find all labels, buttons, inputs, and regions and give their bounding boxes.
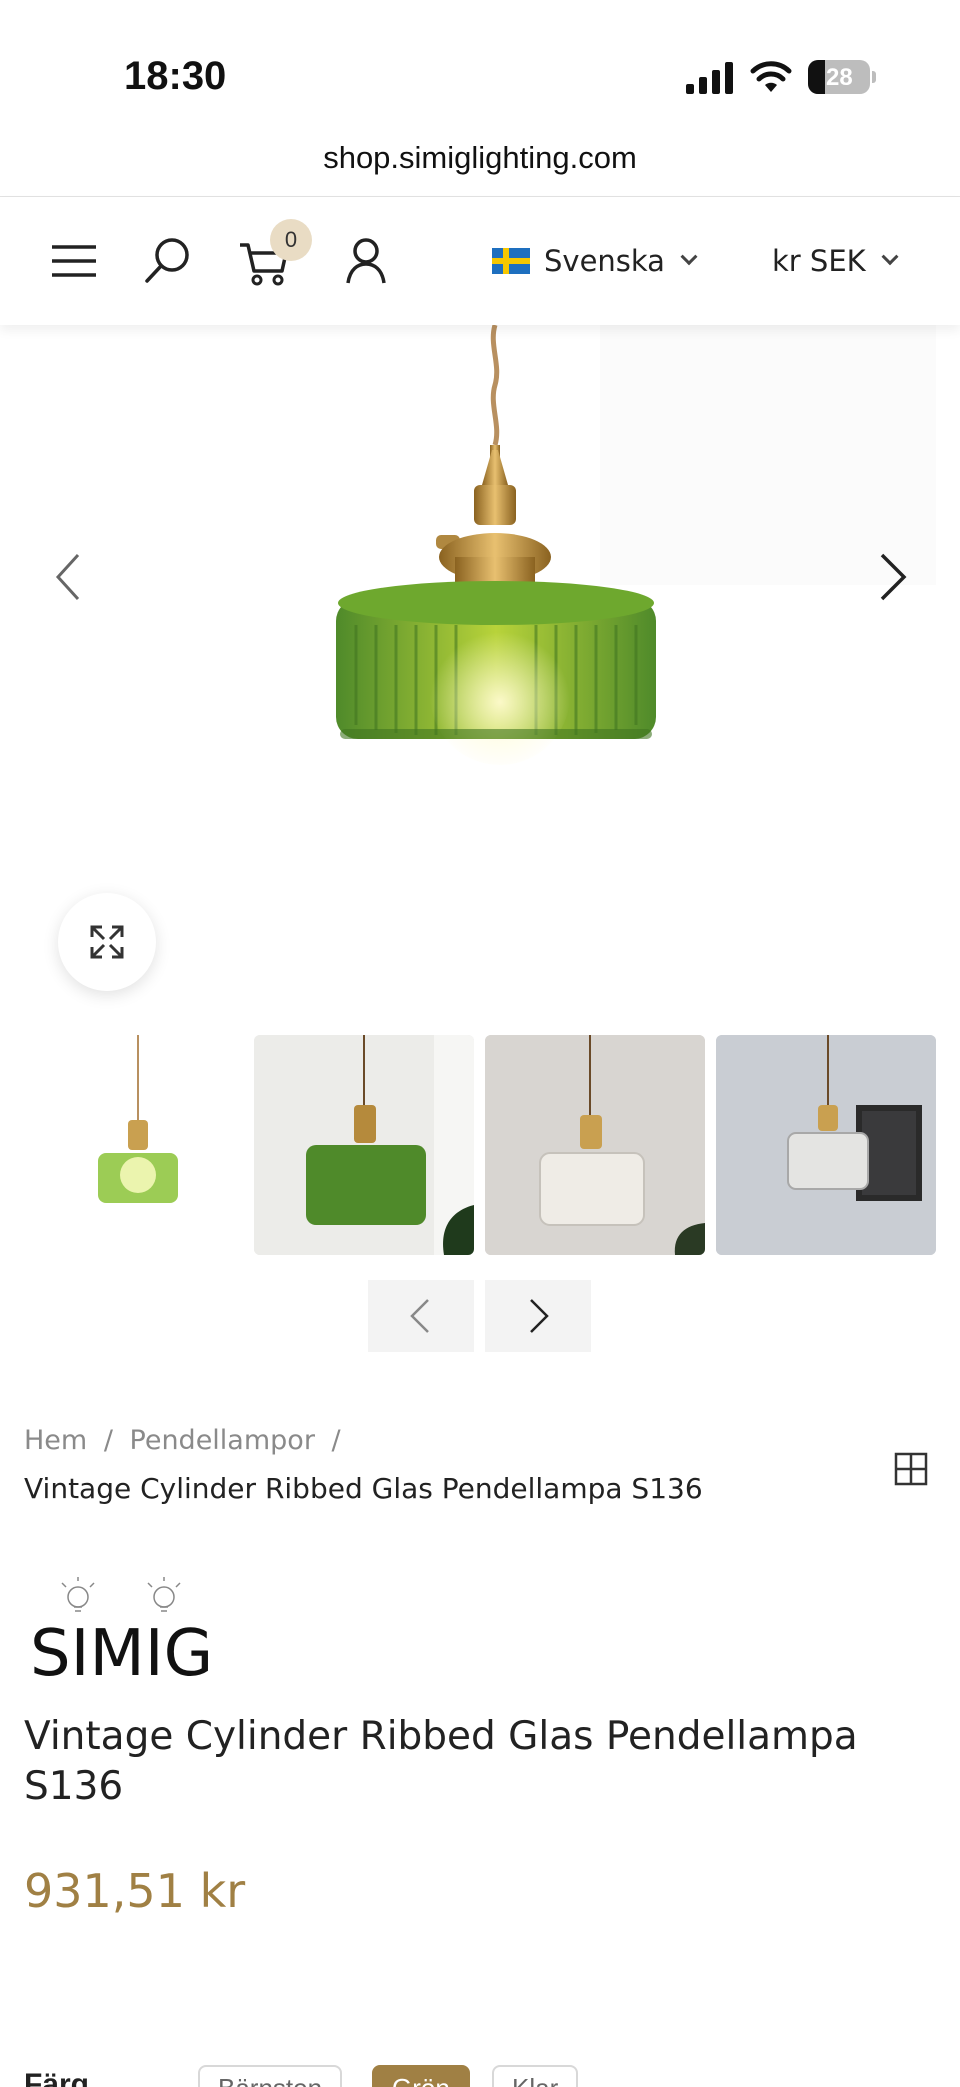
thumbnail-3[interactable]	[485, 1035, 705, 1255]
breadcrumb-category-link[interactable]: Pendellampor	[130, 1425, 315, 1456]
battery-level	[808, 60, 825, 94]
currency-label: kr SEK	[772, 244, 866, 278]
status-bar: 18:30 28	[0, 0, 960, 150]
menu-icon[interactable]	[46, 233, 102, 289]
breadcrumb: Hem / Pendellampor /	[24, 1425, 349, 1456]
expand-icon	[90, 925, 124, 959]
status-time: 18:30	[124, 54, 227, 98]
wifi-icon	[750, 61, 792, 92]
language-label: Svenska	[544, 244, 665, 278]
cart-count-badge: 0	[270, 219, 312, 261]
brand-logo: SIMIG	[24, 1575, 244, 1691]
site-header: 0 Svenska kr SEK	[0, 197, 960, 325]
chevron-down-icon	[680, 248, 698, 266]
thumbnail-image	[98, 1035, 178, 1203]
account-icon[interactable]	[338, 233, 394, 289]
thumbnail-image	[716, 1035, 936, 1255]
thumbnail-prev-button[interactable]	[368, 1280, 474, 1352]
chevron-left-icon	[410, 1299, 429, 1333]
grid-icon[interactable]	[894, 1452, 928, 1486]
product-price: 931,51 kr	[24, 1864, 246, 1918]
product-gallery	[0, 325, 960, 1025]
brand-name: SIMIG	[30, 1617, 213, 1685]
thumbnail-4[interactable]	[716, 1035, 936, 1255]
thumbnail-2[interactable]	[254, 1035, 474, 1255]
thumbnail-next-button[interactable]	[485, 1280, 591, 1352]
battery-percentage: 28	[826, 64, 853, 91]
chevron-down-icon	[881, 248, 899, 266]
option-amber-button[interactable]: Bärnsten	[198, 2065, 343, 2087]
thumbnail-image	[485, 1035, 705, 1255]
url-text: shop.simiglighting.com	[323, 140, 637, 175]
breadcrumb-home-link[interactable]: Hem	[24, 1425, 87, 1456]
breadcrumb-separator: /	[331, 1425, 341, 1456]
swedish-flag-icon	[492, 248, 530, 274]
option-label: Färg	[24, 2068, 90, 2087]
lightbulb-logo-icon: SIMIG	[30, 1577, 213, 1691]
language-selector[interactable]: Svenska	[492, 239, 698, 283]
thumbnail-1[interactable]	[22, 1035, 242, 1255]
thumbnail-image	[254, 1035, 474, 1255]
zoom-button[interactable]	[58, 893, 156, 991]
breadcrumb-current: Vintage Cylinder Ribbed Glas Pendellampa…	[24, 1472, 703, 1505]
search-icon[interactable]	[140, 233, 196, 289]
gallery-prev-arrow-icon[interactable]	[40, 535, 100, 615]
option-clear-button[interactable]: Klar	[492, 2065, 579, 2087]
option-green-button[interactable]: Grön	[372, 2065, 470, 2087]
breadcrumb-separator: /	[103, 1425, 113, 1456]
thumbnail-strip	[22, 1035, 938, 1257]
cellular-signal-icon	[686, 62, 733, 94]
currency-selector[interactable]: kr SEK	[772, 239, 899, 283]
battery-icon: 28	[808, 60, 876, 94]
product-title: Vintage Cylinder Ribbed Glas Pendellampa…	[24, 1714, 858, 1809]
chevron-right-icon	[530, 1299, 549, 1333]
address-bar[interactable]: shop.simiglighting.com	[0, 140, 960, 196]
gallery-next-arrow-icon[interactable]	[862, 535, 922, 615]
